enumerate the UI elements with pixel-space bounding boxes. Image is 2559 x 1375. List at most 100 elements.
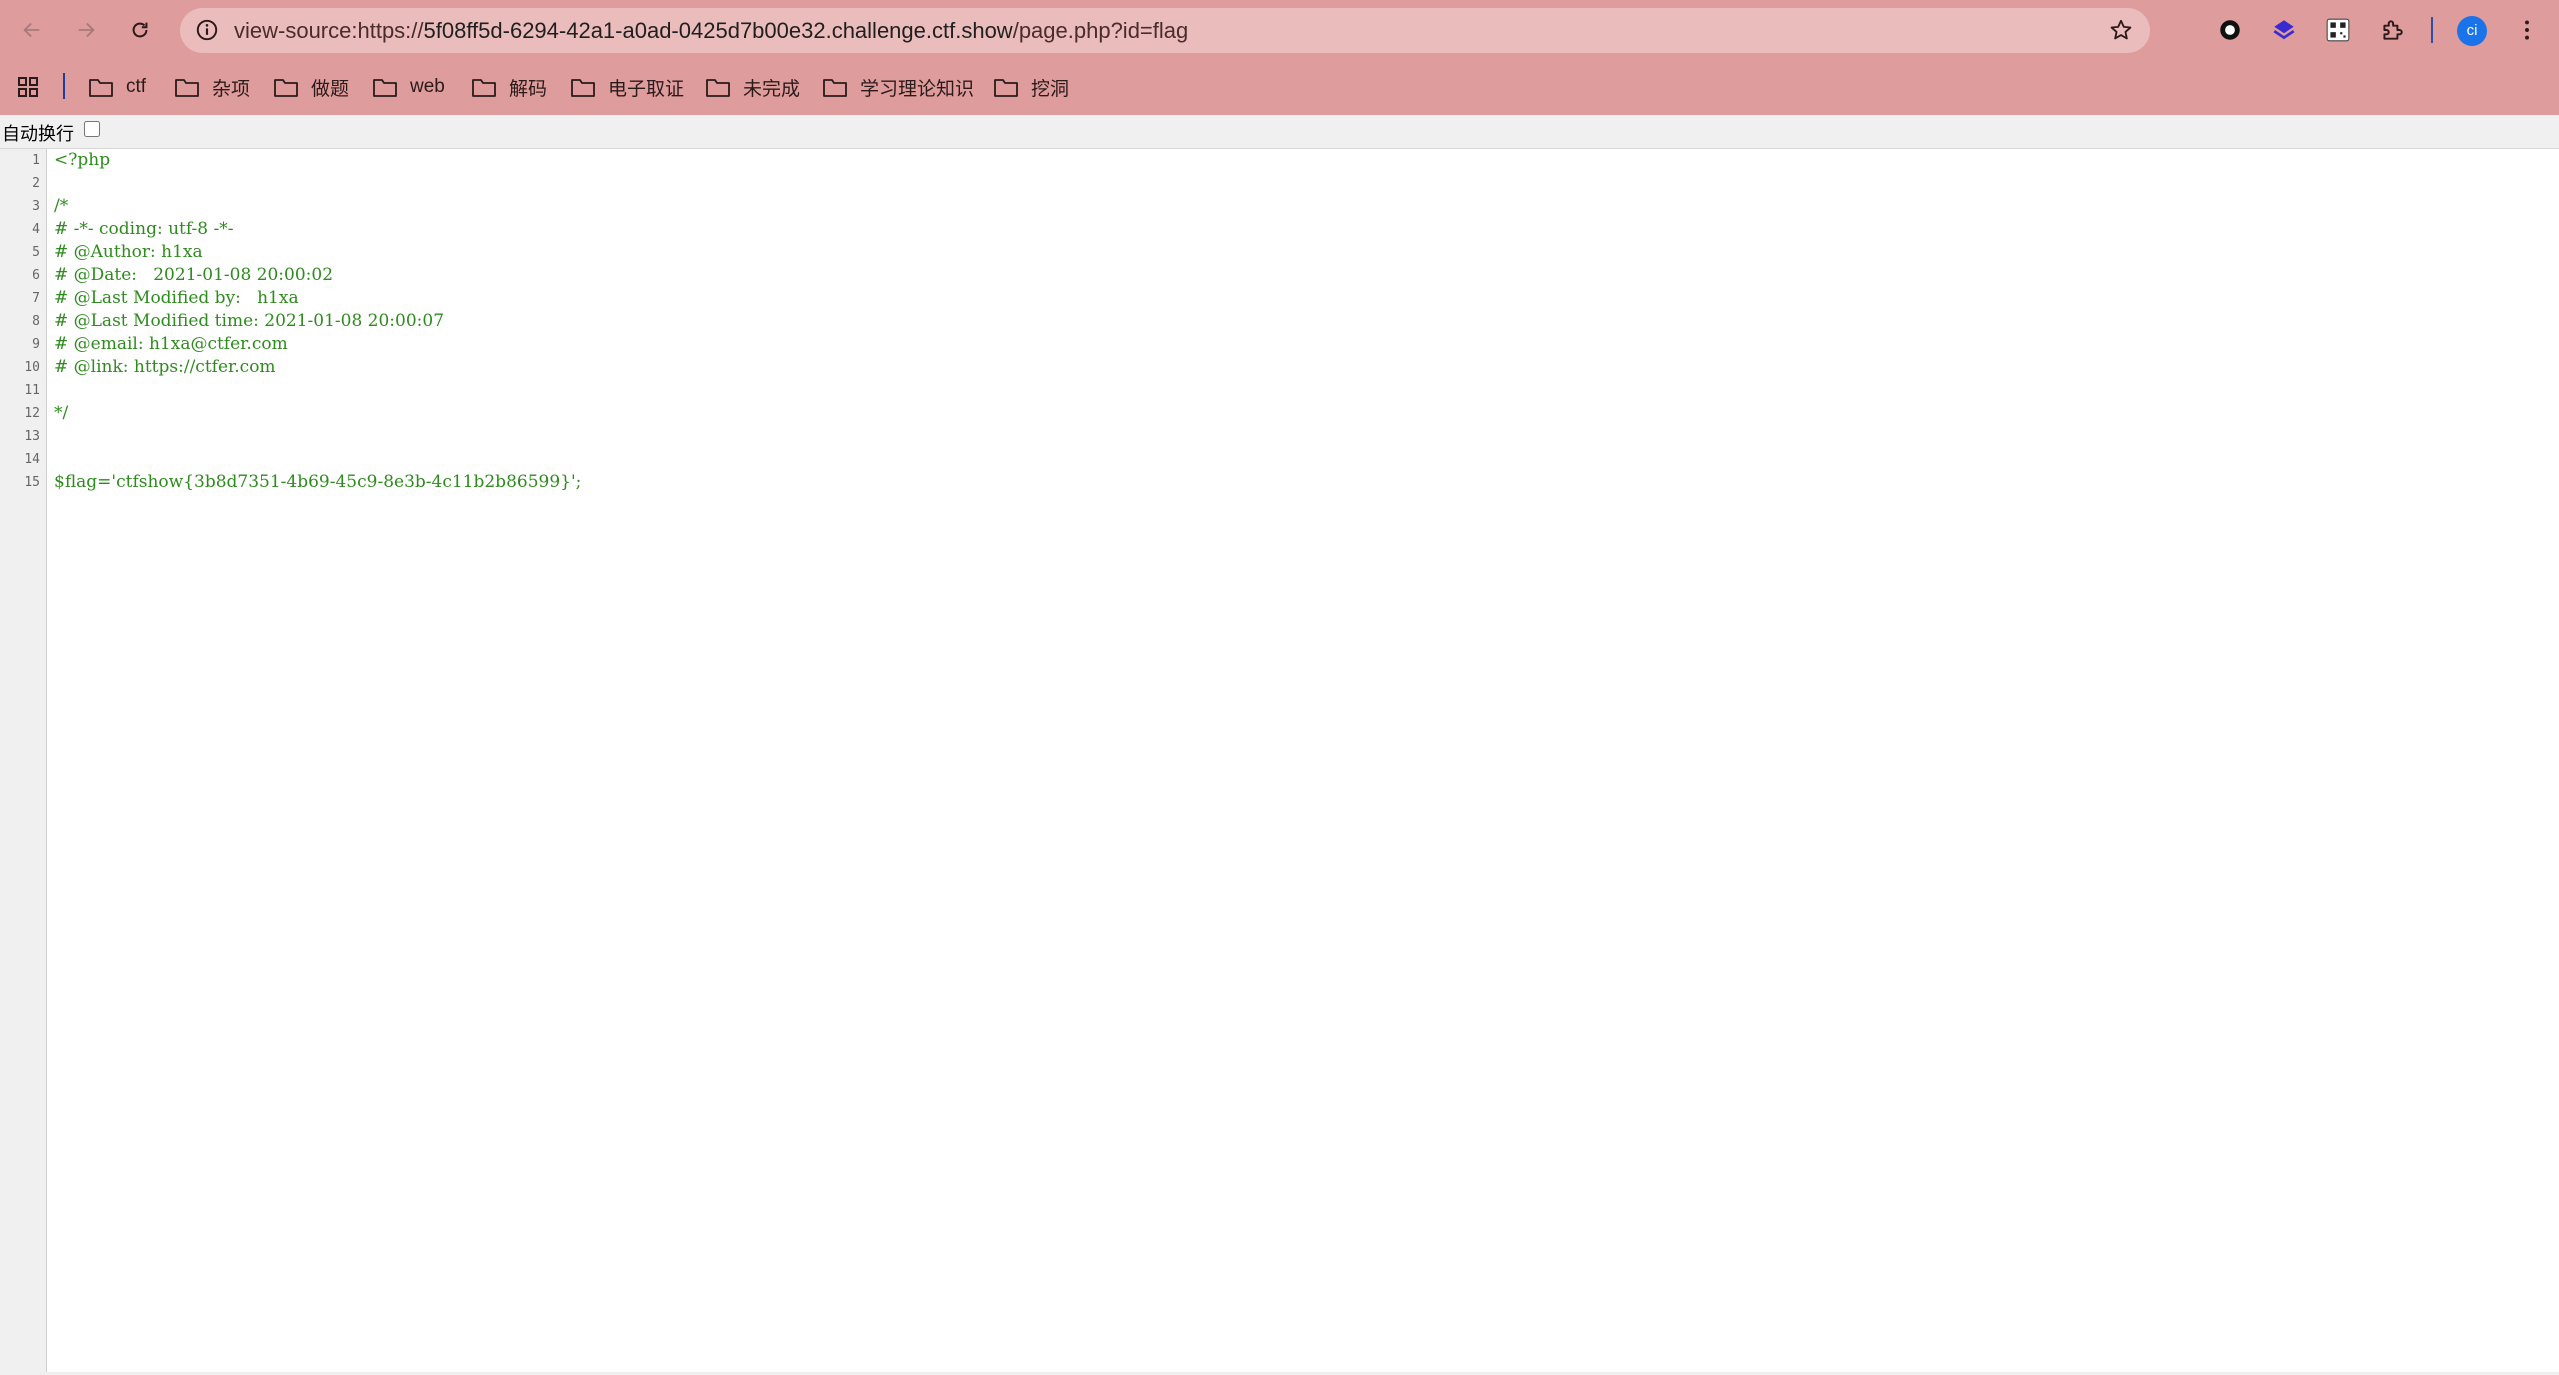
reload-button[interactable]: [122, 12, 158, 48]
line-code: # @Author: h1xa: [54, 242, 203, 262]
line-wrap-label: 自动换行: [2, 124, 74, 145]
line-code: # @email: h1xa@ctfer.com: [54, 334, 288, 354]
line-number: 1: [32, 153, 40, 168]
bookmark-label: web: [410, 76, 445, 97]
line-number: 7: [32, 291, 40, 306]
source-line: 10 # @link: https://ctfer.com: [0, 356, 2559, 379]
apps-grid-icon: [18, 77, 38, 97]
profile-avatar[interactable]: ci: [2457, 16, 2487, 46]
puzzle-extensions-icon: [2383, 20, 2403, 40]
source-line: 3 /*: [0, 195, 2559, 218]
bookmark-folder[interactable]: 挖洞: [993, 59, 1069, 115]
source-line: 4 # -*- coding: utf-8 -*-: [0, 218, 2559, 241]
source-line: 14: [0, 448, 2559, 471]
bookmarks-bar: ctf 杂项 做题 web 解码 电子取证 未完成 学习理论知识 挖洞: [0, 59, 2559, 115]
source-line: 1 <?php: [0, 149, 2559, 172]
source-line: 5 # @Author: h1xa: [0, 241, 2559, 264]
apps-button[interactable]: [16, 59, 52, 115]
source-line: 13: [0, 425, 2559, 448]
extension-diamond[interactable]: [2268, 14, 2300, 46]
folder-icon: [373, 79, 397, 97]
line-number: 3: [32, 199, 40, 214]
qr-extension-icon: [2326, 18, 2350, 42]
line-code: /*: [54, 196, 69, 216]
source-line: 8 # @Last Modified time: 2021-01-08 20:00…: [0, 310, 2559, 333]
site-info-button[interactable]: [194, 17, 220, 48]
line-code: $flag='ctfshow{3b8d7351-4b69-45c9-8e3b-4…: [54, 472, 582, 492]
bookmark-label: 做题: [311, 78, 350, 100]
source-line: 11: [0, 379, 2559, 402]
site-info-icon: [196, 19, 218, 41]
bookmark-label: 学习理论知识: [860, 78, 975, 100]
bookmark-folder[interactable]: 电子取证: [570, 59, 684, 115]
url-path: /page.php?id=flag: [1012, 18, 1189, 43]
bookmark-folder[interactable]: 未完成: [705, 59, 800, 115]
source-code: 1 <?php 2 3 /* 4 # -*- coding: utf-8 -*- 5 #…: [0, 149, 2559, 494]
url-host: 5f08ff5d-6294-42a1-a0ad-0425d7b00e32.cha…: [423, 18, 1013, 43]
line-number: 12: [24, 406, 40, 421]
line-wrap-bar: 自动换行: [0, 115, 2559, 149]
address-url[interactable]: view-source:https://5f08ff5d-6294-42a1-a…: [234, 8, 1188, 53]
more-menu-icon: [2525, 20, 2529, 40]
line-code: <?php: [54, 150, 111, 170]
bookmark-label: 电子取证: [608, 78, 685, 100]
extension-qr[interactable]: [2322, 14, 2354, 46]
bookmark-label: 解码: [509, 78, 548, 100]
line-code: # @link: https://ctfer.com: [54, 357, 276, 377]
folder-icon: [89, 79, 113, 97]
folder-icon: [994, 79, 1018, 97]
line-number: 15: [24, 475, 40, 490]
line-code: # @Date: 2021-01-08 20:00:02: [54, 265, 334, 285]
line-number: 13: [24, 429, 40, 444]
line-number: 4: [32, 222, 40, 237]
forward-button[interactable]: [68, 12, 104, 48]
folder-icon: [823, 79, 847, 97]
source-line: 2: [0, 172, 2559, 195]
bookmark-label: ctf: [126, 76, 147, 97]
bookmark-folder[interactable]: 杂项: [174, 59, 250, 115]
folder-icon: [571, 79, 595, 97]
line-number: 2: [32, 176, 40, 191]
source-line: 15 $flag='ctfshow{3b8d7351-4b69-45c9-8e3b…: [0, 471, 2559, 494]
line-code: */: [54, 403, 69, 423]
line-wrap-checkbox[interactable]: [84, 121, 100, 137]
folder-icon: [706, 79, 730, 97]
bookmark-folder[interactable]: 做题: [273, 59, 349, 115]
bookmark-star-button[interactable]: [2108, 17, 2134, 48]
line-code: # @Last Modified time: 2021-01-08 20:00:…: [54, 311, 445, 331]
circle-extension-icon: [2220, 20, 2240, 40]
line-number: 14: [24, 452, 40, 467]
line-number: 6: [32, 268, 40, 283]
extensions-menu-button[interactable]: [2376, 14, 2408, 46]
folder-icon: [472, 79, 496, 97]
line-code: # -*- coding: utf-8 -*-: [54, 219, 234, 239]
bookmark-folder[interactable]: ctf: [88, 59, 146, 115]
source-line: 12 */: [0, 402, 2559, 425]
line-number: 10: [24, 360, 40, 375]
bookmark-star-icon: [2110, 19, 2132, 40]
back-button[interactable]: [14, 12, 50, 48]
line-code: # @Last Modified by: h1xa: [54, 288, 299, 308]
line-number: 8: [32, 314, 40, 329]
source-line: 7 # @Last Modified by: h1xa: [0, 287, 2559, 310]
back-arrow-icon: [23, 22, 40, 38]
browser-toolbar: view-source:https://5f08ff5d-6294-42a1-a…: [0, 0, 2559, 59]
bookmark-label: 杂项: [212, 78, 251, 100]
folder-icon: [274, 79, 298, 97]
bookmark-label: 挖洞: [1031, 78, 1070, 100]
bookmark-folder[interactable]: web: [372, 59, 445, 115]
source-line: 6 # @Date: 2021-01-08 20:00:02: [0, 264, 2559, 287]
folder-icon: [175, 79, 199, 97]
address-bar[interactable]: view-source:https://5f08ff5d-6294-42a1-a…: [180, 8, 2150, 53]
browser-menu-button[interactable]: [2511, 14, 2543, 46]
url-scheme: view-source:https://: [234, 18, 424, 43]
extension-circle[interactable]: [2214, 14, 2246, 46]
line-number: 11: [24, 383, 40, 398]
bookmark-folder[interactable]: 学习理论知识: [822, 59, 974, 115]
blue-diamond-extension-icon: [2273, 20, 2295, 40]
reload-icon: [132, 22, 148, 38]
toolbar-divider: [2431, 17, 2433, 43]
line-number: 9: [32, 337, 40, 352]
forward-arrow-icon: [78, 22, 95, 38]
bookmark-folder[interactable]: 解码: [471, 59, 547, 115]
